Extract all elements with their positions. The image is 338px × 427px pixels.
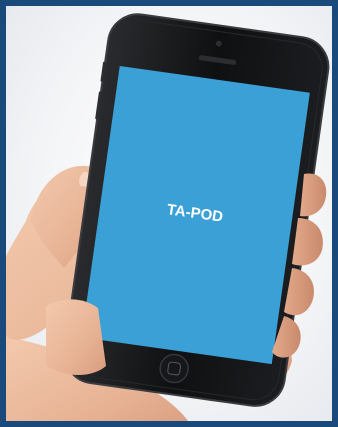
palm-heel — [46, 299, 106, 375]
finger-index — [300, 173, 327, 217]
hand-holding-phone-photo: TA-POD — [6, 13, 330, 421]
photo-frame: TA-POD — [0, 0, 338, 427]
